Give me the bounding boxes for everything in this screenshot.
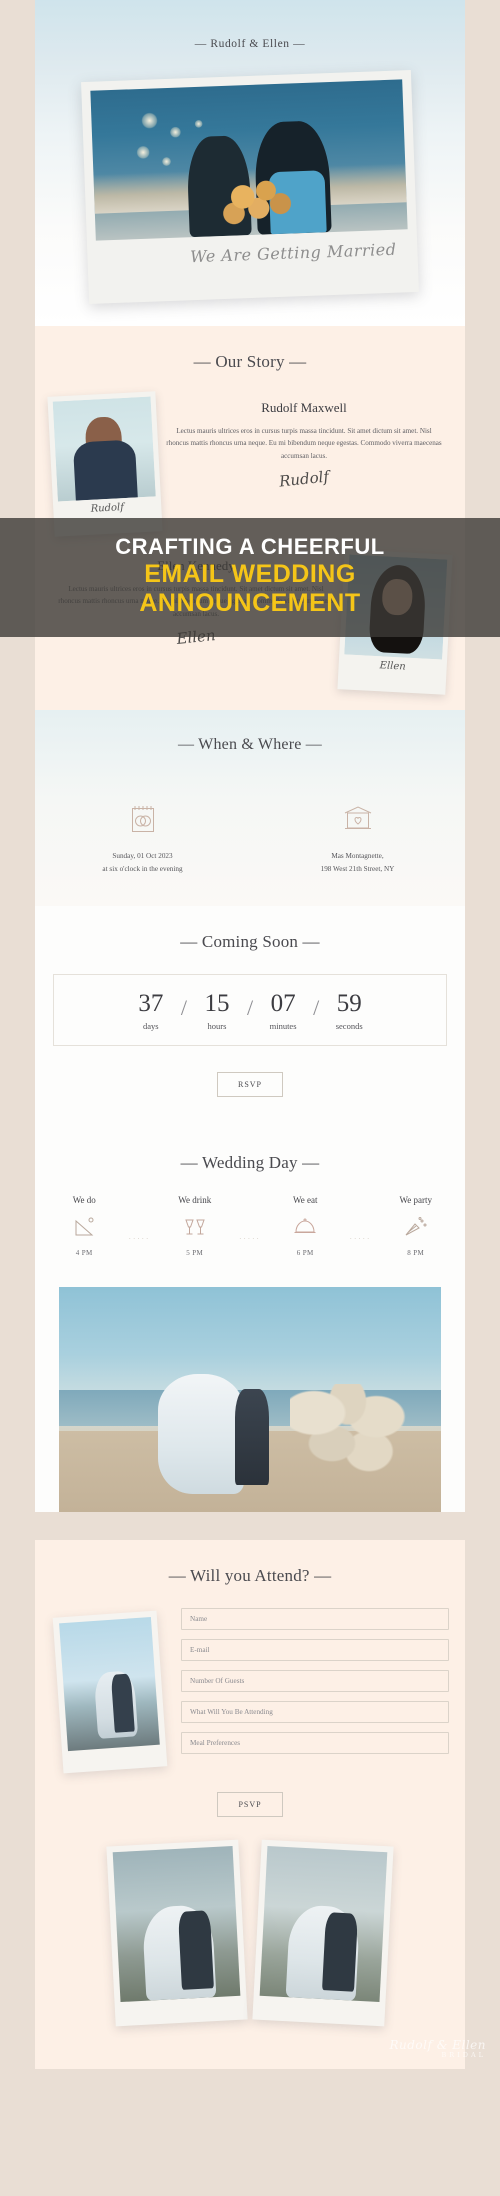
our-story-heading: — Our Story —: [193, 352, 307, 371]
schedule-label: We do: [72, 1194, 96, 1205]
schedule-time: 4 PM: [75, 1248, 93, 1257]
schedule-dots: ·····: [128, 1234, 151, 1243]
countdown-minutes: 07 minutes: [257, 991, 309, 1031]
attend-heading: — Will you Attend? —: [168, 1565, 332, 1585]
schedule-item-we-party: We party 8 PM: [382, 1195, 450, 1257]
countdown-seconds: 59 seconds: [323, 991, 375, 1031]
footer-watermark: Rudolf & Ellen BRIDAL: [389, 2037, 486, 2059]
overlay-line-2: EMAIL WEDDING: [144, 559, 356, 588]
rudolf-photo: [52, 396, 156, 502]
calendar-rings-icon: [35, 802, 250, 836]
attending-field[interactable]: [181, 1700, 449, 1723]
attend-photo: [59, 1616, 160, 1751]
bouquet-icon: [218, 173, 299, 231]
when-where-section: — When & Where — Sunday, 01 Oct 2023 at …: [35, 710, 465, 906]
arch-icon: [50, 1214, 118, 1240]
schedule-label: We eat: [292, 1194, 318, 1205]
wedding-day-heading: — Wedding Day —: [180, 1152, 320, 1172]
countdown-hours-value: 15: [204, 989, 230, 1017]
countdown-days: 37 days: [125, 991, 177, 1031]
overlay-banner: CRAFTING A CHEERFUL EMAIL WEDDING ANNOUN…: [0, 518, 500, 637]
countdown-separator: /: [246, 994, 254, 1020]
countdown-separator: /: [313, 994, 320, 1020]
rsvp-form: [169, 1607, 449, 1763]
schedule-time: 8 PM: [407, 1248, 425, 1257]
wedding-ceremony-photo: [59, 1286, 441, 1512]
schedule-dots: ·····: [239, 1234, 261, 1243]
guests-field[interactable]: [181, 1669, 449, 1692]
rudolf-signature: Rudolf: [278, 467, 330, 491]
psvp-submit-button[interactable]: PSVP: [217, 1791, 283, 1817]
countdown-box: 37 days / 15 hours / 07 minutes / 59 sec…: [53, 973, 447, 1046]
name-field[interactable]: [181, 1607, 449, 1630]
hero-polaroid: We Are Getting Married: [81, 70, 419, 304]
bottom-gallery: [35, 1839, 465, 2069]
meal-preferences-field[interactable]: [181, 1731, 449, 1754]
schedule-time: 6 PM: [296, 1248, 314, 1257]
schedule-label: We drink: [178, 1194, 212, 1205]
gallery-photo-2: [259, 1845, 388, 2002]
when-column: Sunday, 01 Oct 2023 at six o'clock in th…: [35, 802, 250, 876]
cheers-icon: [161, 1214, 229, 1240]
countdown-seconds-label: seconds: [335, 1020, 363, 1031]
attend-polaroid: [52, 1610, 168, 1774]
rudolf-polaroid: Rudolf: [47, 391, 163, 537]
cloche-icon: [271, 1214, 339, 1240]
when-where-heading: — When & Where —: [178, 736, 322, 753]
where-column: Mas Montagnette, 198 West 21th Street, N…: [250, 802, 465, 876]
countdown-minutes-value: 07: [270, 989, 296, 1017]
countdown-days-label: days: [143, 1020, 159, 1031]
countdown-seconds-value: 59: [336, 989, 362, 1017]
gallery-photo-1: [112, 1845, 241, 2002]
schedule-dots: ·····: [349, 1234, 372, 1243]
gallery-polaroid-2: [252, 1839, 394, 2027]
hero-photo: [90, 79, 408, 241]
rudolf-bio: Lectus mauris ultrices eros in cursus tu…: [166, 427, 442, 460]
countdown-separator: /: [180, 994, 187, 1020]
schedule-item-we-do: We do 4 PM: [50, 1195, 118, 1257]
schedule-item-we-eat: We eat 6 PM: [271, 1195, 339, 1257]
confetti-icon: [382, 1214, 450, 1240]
couple-silhouette: [90, 79, 407, 240]
wedding-day-section: — Wedding Day — We do 4 PM ····· We drin…: [35, 1126, 465, 1512]
watermark-sub: BRIDAL: [441, 2050, 486, 2059]
gallery-polaroid-1: [106, 1839, 248, 2027]
schedule-label: We party: [399, 1194, 432, 1205]
schedule-item-we-drink: We drink 5 PM: [161, 1195, 229, 1257]
schedule-time: 5 PM: [186, 1248, 204, 1257]
countdown-section: — Coming Soon — 37 days / 15 hours / 07 …: [35, 905, 465, 1127]
venue-line1: Mas Montagnette,: [331, 852, 384, 860]
overlay-line-1: CRAFTING A CHEERFUL: [115, 534, 385, 559]
rudolf-name: Rudolf Maxwell: [261, 400, 347, 415]
email-field[interactable]: [181, 1638, 449, 1661]
countdown-hours-label: hours: [207, 1020, 227, 1031]
wedding-date-line2: at six o'clock in the evening: [102, 864, 183, 873]
attend-section: — Will you Attend? — PSVP: [35, 1539, 486, 2069]
venue-line2: 198 West 21th Street, NY: [320, 864, 395, 873]
rsvp-button[interactable]: RSVP: [216, 1071, 283, 1097]
venue-heart-icon: [250, 802, 465, 836]
countdown-minutes-label: minutes: [269, 1020, 297, 1031]
overlay-line-3: ANNOUNCEMENT: [139, 589, 361, 618]
wedding-date-line1: Sunday, 01 Oct 2023: [112, 852, 173, 860]
watermark-script: Rudolf & Ellen: [389, 2037, 486, 2052]
countdown-hours: 15 hours: [191, 991, 243, 1031]
coming-soon-heading: — Coming Soon —: [180, 931, 320, 951]
page-title: — Rudolf & Ellen —: [194, 38, 306, 50]
email-template-page: — Rudolf & Ellen — We Are Getting Marrie…: [0, 0, 500, 2069]
countdown-days-value: 37: [138, 989, 164, 1017]
hero-section: — Rudolf & Ellen — We Are Getting Marrie…: [35, 0, 465, 326]
